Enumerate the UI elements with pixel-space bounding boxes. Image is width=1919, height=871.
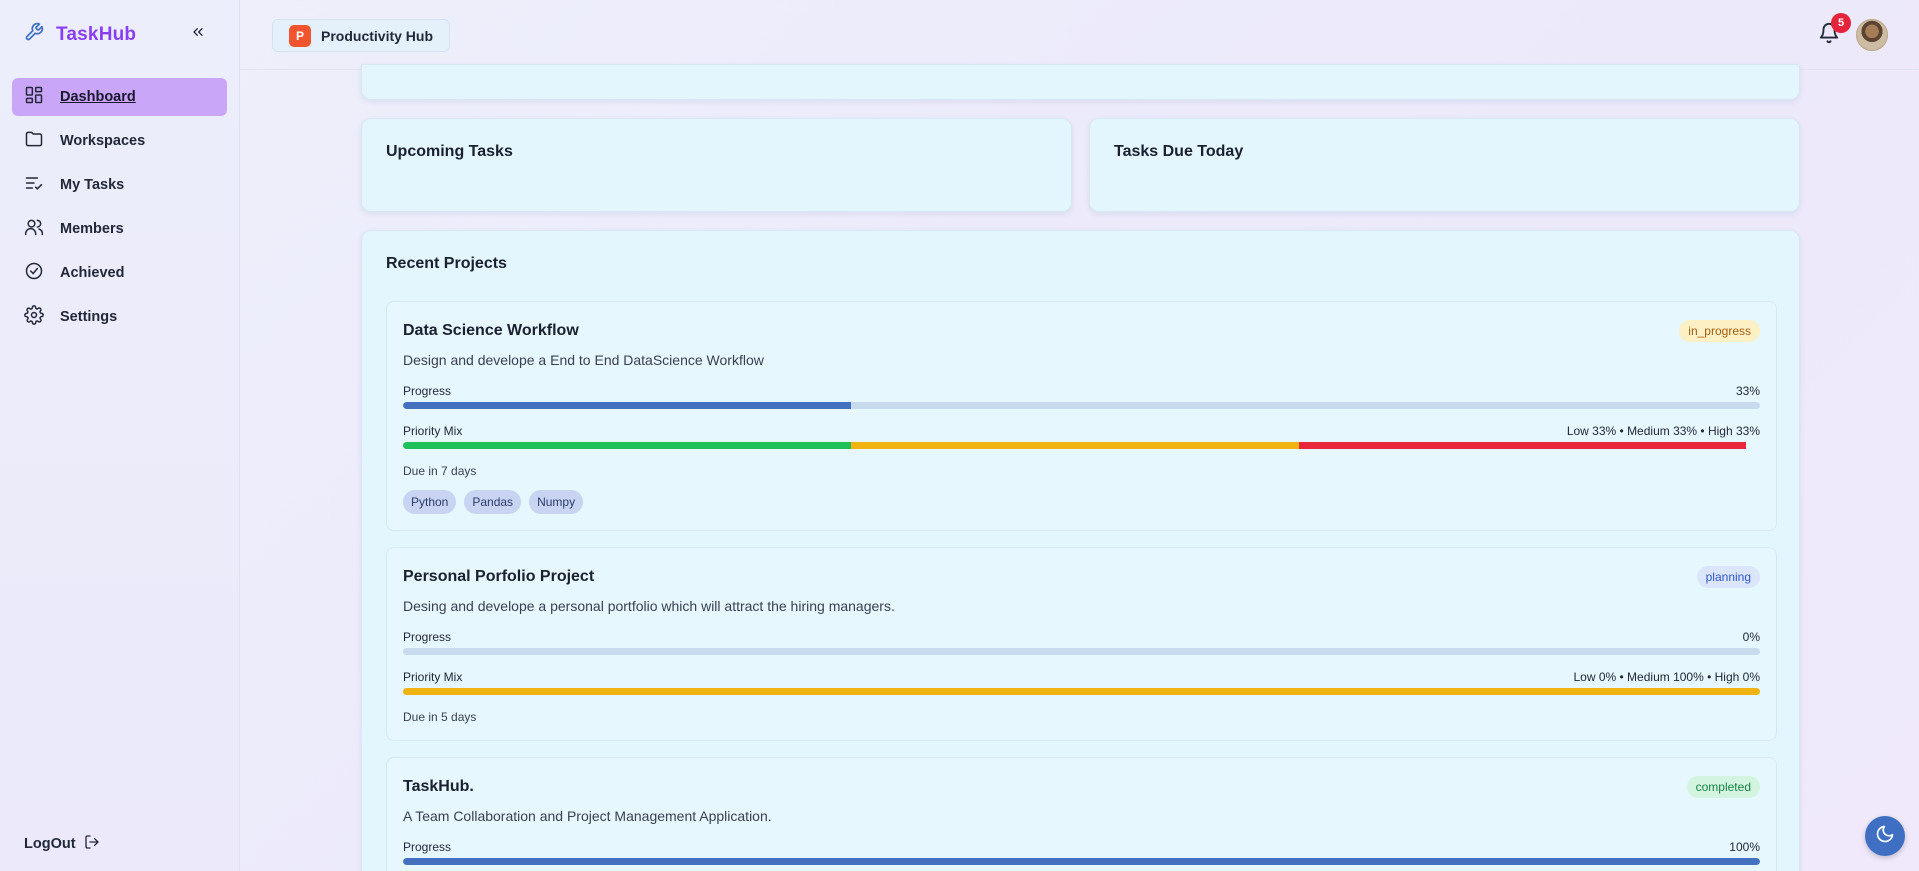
notification-badge: 5: [1831, 13, 1851, 33]
theme-toggle-button[interactable]: [1865, 816, 1905, 856]
status-badge: in_progress: [1679, 320, 1760, 342]
project-description: Desing and develope a personal portfolio…: [403, 598, 895, 614]
upcoming-tasks-card: Upcoming Tasks: [361, 118, 1072, 212]
sidebar-item-members[interactable]: Members: [12, 210, 227, 248]
grid-icon: [24, 85, 44, 109]
progress-value: 100%: [1729, 840, 1760, 854]
workspace-selector[interactable]: P Productivity Hub: [272, 19, 451, 52]
sidebar: TaskHub Dashboard Workspaces My Tasks Me…: [0, 0, 240, 871]
card-title: Tasks Due Today: [1114, 143, 1244, 160]
sidebar-item-label: Achieved: [60, 265, 125, 281]
sidebar-item-label: My Tasks: [60, 177, 125, 193]
project-card[interactable]: Personal Porfolio Project planning Desin…: [386, 547, 1777, 741]
logout-button[interactable]: LogOut: [24, 834, 100, 854]
sidebar-item-dashboard[interactable]: Dashboard: [12, 78, 227, 116]
project-name: Data Science Workflow: [403, 322, 579, 339]
project-card[interactable]: TaskHub. completed A Team Collaboration …: [386, 757, 1777, 871]
tag-list: Python Pandas Numpy: [403, 490, 584, 514]
sidebar-item-label: Dashboard: [60, 89, 136, 105]
priority-medium-segment: [403, 688, 1760, 695]
progress-value: 33%: [1735, 384, 1760, 398]
project-description: A Team Collaboration and Project Managem…: [403, 808, 772, 824]
priority-mix-bar: [403, 688, 1760, 695]
wrench-icon: [24, 22, 44, 47]
list-check-icon: [24, 173, 44, 197]
progress-bar-fill: [403, 858, 1760, 865]
tag: Python: [403, 490, 457, 514]
sidebar-item-label: Workspaces: [60, 133, 146, 149]
priority-high-segment: [1298, 442, 1747, 449]
users-icon: [24, 217, 44, 241]
sidebar-item-achieved[interactable]: Achieved: [12, 254, 227, 292]
due-text: Due in 5 days: [403, 710, 477, 724]
priority-mix-bar: [403, 442, 1760, 449]
progress-value: 0%: [1742, 630, 1760, 644]
sidebar-nav: Dashboard Workspaces My Tasks Members Ac…: [12, 78, 227, 342]
collapse-sidebar-button[interactable]: [188, 22, 208, 46]
progress-bar: [403, 402, 1760, 409]
priority-low-segment: [403, 442, 851, 449]
sidebar-item-settings[interactable]: Settings: [12, 298, 227, 336]
tag: Pandas: [464, 490, 522, 514]
tag: Numpy: [529, 490, 584, 514]
sidebar-item-my-tasks[interactable]: My Tasks: [12, 166, 227, 204]
progress-label: Progress: [403, 384, 452, 398]
project-card[interactable]: Data Science Workflow in_progress Design…: [386, 301, 1777, 531]
logout-label: LogOut: [24, 836, 76, 852]
progress-bar: [403, 858, 1760, 865]
progress-label: Progress: [403, 630, 452, 644]
logout-icon: [84, 834, 100, 854]
card-title: Recent Projects: [386, 255, 507, 272]
recent-projects-card: Recent Projects Data Science Workflow in…: [361, 230, 1800, 871]
project-name: Personal Porfolio Project: [403, 568, 595, 585]
gear-icon: [24, 305, 44, 329]
workspace-avatar: P: [289, 24, 311, 47]
stats-card: [361, 64, 1800, 100]
progress-bar-fill: [403, 402, 851, 409]
priority-medium-segment: [850, 442, 1299, 449]
sidebar-item-workspaces[interactable]: Workspaces: [12, 122, 227, 160]
status-badge: planning: [1696, 566, 1760, 588]
priority-mix-value: Low 33% • Medium 33% • High 33%: [1566, 424, 1760, 438]
status-badge: completed: [1686, 776, 1760, 798]
card-title: Upcoming Tasks: [386, 143, 513, 160]
project-description: Design and develope a End to End DataSci…: [403, 352, 764, 368]
top-header: P Productivity Hub 5: [240, 0, 1919, 70]
avatar[interactable]: [1856, 19, 1888, 51]
chevrons-left-icon: [190, 24, 206, 45]
workspace-name: Productivity Hub: [321, 27, 434, 44]
progress-label: Progress: [403, 840, 452, 854]
progress-bar: [403, 648, 1760, 655]
moon-icon: [1875, 824, 1895, 849]
brand[interactable]: TaskHub: [24, 22, 136, 47]
sidebar-item-label: Settings: [60, 309, 118, 325]
sidebar-item-label: Members: [60, 221, 124, 237]
priority-mix-value: Low 0% • Medium 100% • High 0%: [1573, 670, 1761, 684]
tasks-due-today-card: Tasks Due Today: [1089, 118, 1800, 212]
priority-mix-label: Priority Mix: [403, 670, 463, 684]
brand-name: TaskHub: [56, 23, 137, 45]
folder-icon: [24, 129, 44, 153]
priority-mix-label: Priority Mix: [403, 424, 463, 438]
project-name: TaskHub.: [403, 778, 474, 795]
due-text: Due in 7 days: [403, 464, 477, 478]
check-circle-icon: [24, 261, 44, 285]
